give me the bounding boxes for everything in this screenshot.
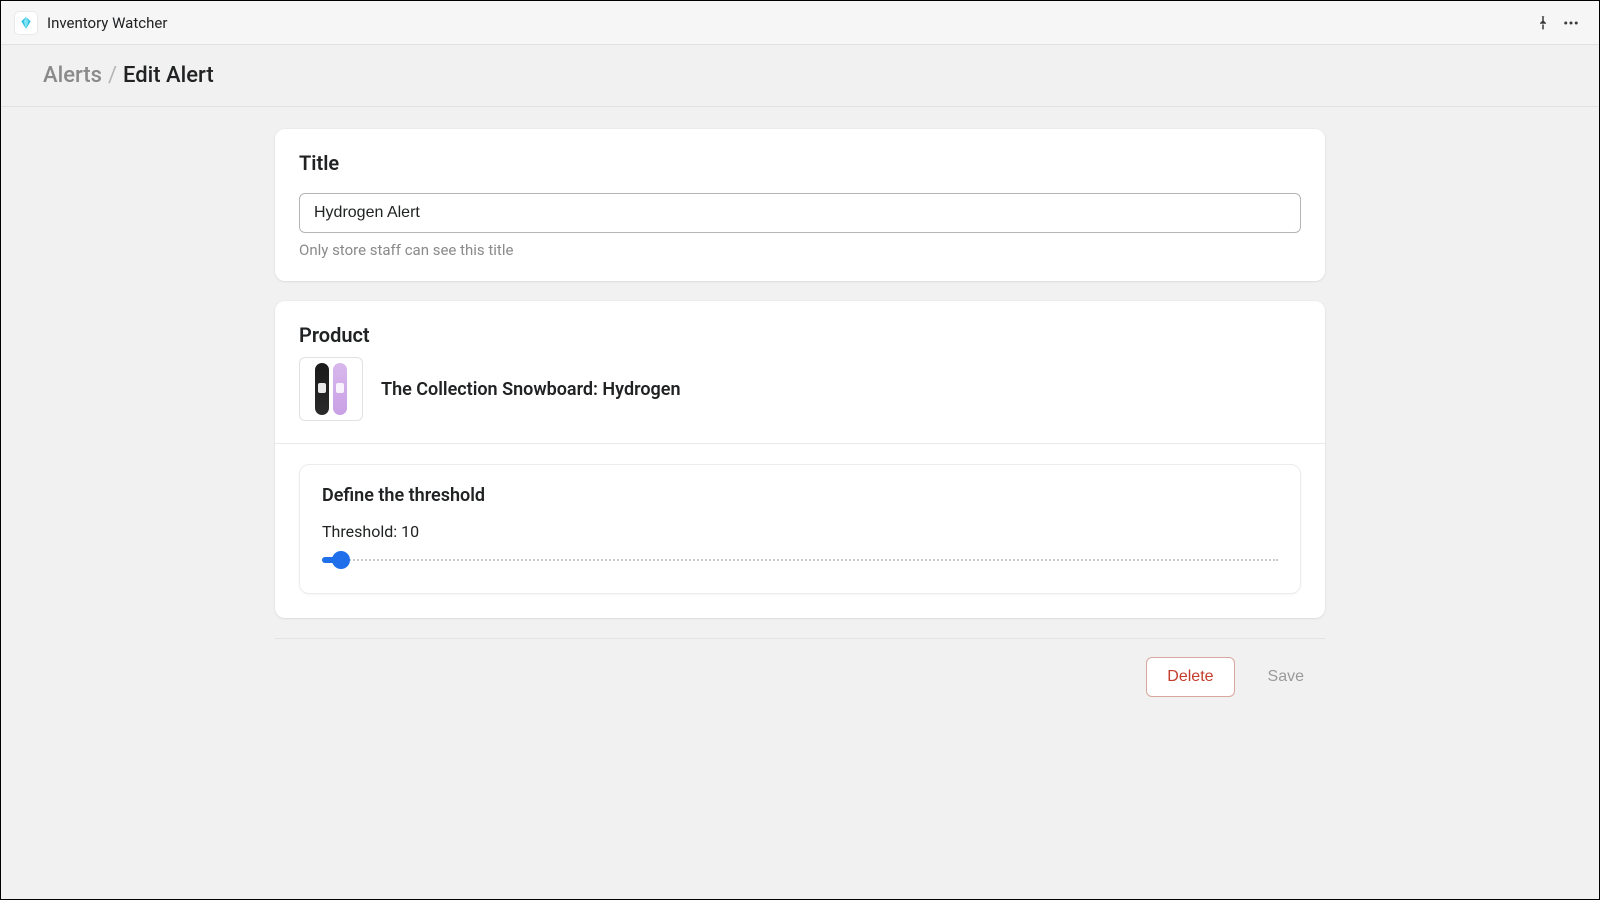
- breadcrumb-separator: /: [108, 63, 117, 88]
- save-button[interactable]: Save: [1247, 657, 1325, 697]
- slider-rail: [322, 559, 1278, 563]
- delete-button[interactable]: Delete: [1146, 657, 1234, 697]
- threshold-slider[interactable]: [322, 551, 1278, 569]
- snowboard-icon: [315, 363, 347, 415]
- gem-icon: [19, 16, 33, 30]
- action-bar: Delete Save: [275, 639, 1325, 697]
- more-button[interactable]: [1557, 9, 1585, 37]
- threshold-subcard: Define the threshold Threshold: 10: [299, 464, 1301, 594]
- title-help-text: Only store staff can see this title: [299, 241, 1301, 259]
- pin-button[interactable]: [1529, 9, 1557, 37]
- title-heading: Title: [299, 151, 1301, 175]
- app-title: Inventory Watcher: [47, 14, 167, 32]
- threshold-heading: Define the threshold: [322, 485, 1278, 506]
- product-heading: Product: [299, 323, 1301, 347]
- slider-thumb[interactable]: [332, 551, 350, 569]
- title-card: Title Only store staff can see this titl…: [275, 129, 1325, 281]
- product-row: The Collection Snowboard: Hydrogen: [275, 357, 1325, 443]
- page-content: Title Only store staff can see this titl…: [1, 107, 1599, 899]
- breadcrumb-current: Edit Alert: [123, 63, 214, 88]
- app-logo-icon: [15, 12, 37, 34]
- title-input[interactable]: [299, 193, 1301, 233]
- pin-icon: [1534, 14, 1552, 32]
- breadcrumb-parent[interactable]: Alerts: [43, 63, 102, 88]
- threshold-label: Threshold: 10: [322, 522, 1278, 541]
- product-thumbnail: [299, 357, 363, 421]
- threshold-value: 10: [401, 522, 419, 541]
- product-name: The Collection Snowboard: Hydrogen: [381, 379, 681, 400]
- more-horizontal-icon: [1562, 14, 1580, 32]
- page-header: Alerts / Edit Alert: [1, 45, 1599, 107]
- app-bar: Inventory Watcher: [1, 1, 1599, 45]
- product-card: Product The Collection Snowboard: Hydrog…: [275, 301, 1325, 618]
